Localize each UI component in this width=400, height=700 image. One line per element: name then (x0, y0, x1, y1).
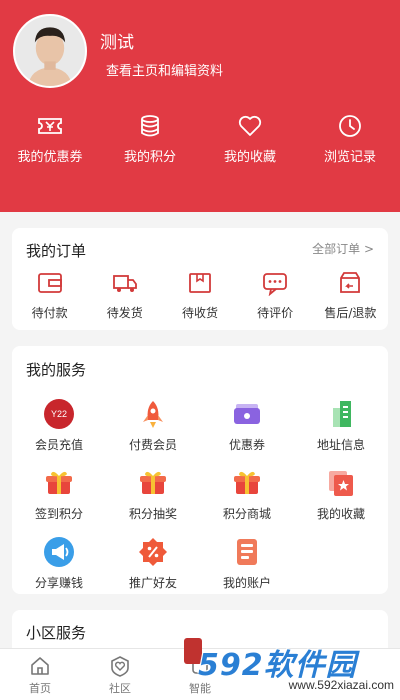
edit-profile-link[interactable]: 查看主页和编辑资料 (106, 60, 223, 79)
quick-link-history[interactable]: 浏览记录 (300, 112, 400, 172)
rocket-icon (143, 401, 163, 428)
service-promote-friends[interactable]: 推广好友 (106, 536, 200, 591)
service-label: 分享赚钱 (34, 576, 83, 590)
heart-icon (238, 115, 262, 136)
quick-link-points[interactable]: 我的积分 (100, 112, 200, 172)
clock-icon (339, 115, 361, 137)
service-label: 我的收藏 (316, 507, 365, 521)
gift-box-icon (46, 471, 72, 494)
service-label: 签到积分 (34, 507, 83, 521)
home-icon (31, 657, 49, 675)
community-title: 小区服务 (26, 624, 87, 642)
percent-badge-icon (139, 538, 167, 566)
order-pending-payment[interactable]: 待付款 (15, 270, 85, 321)
profile-name: 测试 (100, 33, 134, 53)
services-card: 我的服务 Y22 会员充值 付费会员 优惠券 地址信息 签到积分 积分抽奖 积分… (12, 346, 388, 594)
wallet-icon (37, 273, 62, 293)
gift-box-icon (140, 471, 166, 494)
service-label: 付费会员 (128, 438, 177, 452)
quick-links: 我的优惠券 我的积分 我的收藏 浏览记录 (0, 112, 400, 172)
bottom-tabbar: 首页 社区 智能 (0, 648, 400, 700)
service-share-earn[interactable]: 分享赚钱 (12, 536, 106, 591)
tab-label: 首页 (29, 682, 51, 695)
order-after-sales[interactable]: 售后/退款 (315, 270, 385, 321)
package-icon (189, 273, 211, 293)
order-pending-review[interactable]: 待评价 (240, 270, 310, 321)
community-icon (111, 656, 129, 677)
comment-icon (263, 273, 288, 296)
refund-icon (340, 272, 361, 293)
orders-title: 我的订单 (26, 242, 87, 260)
ticket-icon (234, 404, 260, 424)
megaphone-icon (44, 537, 74, 567)
tab-label: 智能 (189, 682, 211, 695)
service-points-lottery[interactable]: 积分抽奖 (106, 467, 200, 522)
quick-link-coupons[interactable]: 我的优惠券 (0, 112, 100, 172)
service-points-mall[interactable]: 积分商城 (200, 467, 294, 522)
tab-community[interactable]: 社区 (80, 649, 160, 700)
service-my-favorites[interactable]: 我的收藏 (294, 467, 388, 522)
gift-box-icon (234, 471, 260, 494)
order-label: 待付款 (31, 306, 68, 320)
quick-link-label: 我的积分 (123, 150, 176, 165)
tab-home[interactable]: 首页 (0, 649, 80, 700)
service-label: 积分抽奖 (128, 507, 177, 521)
all-orders-link[interactable]: 全部订单 > (312, 240, 374, 257)
service-label: 推广好友 (128, 576, 177, 590)
svg-text:Y22: Y22 (51, 409, 67, 419)
recharge-icon: Y22 (44, 399, 74, 429)
order-pending-shipment[interactable]: 待发货 (90, 270, 160, 321)
avatar[interactable] (13, 14, 87, 88)
order-label: 待评价 (257, 306, 294, 320)
orders-card: 我的订单 全部订单 > 待付款 待发货 待收货 待评价 售后/退款 (12, 228, 388, 330)
services-grid: Y22 会员充值 付费会员 优惠券 地址信息 签到积分 积分抽奖 积分商城 我的… (12, 398, 388, 591)
tab-smart[interactable]: 智能 (160, 649, 240, 700)
avatar-photo (15, 16, 85, 86)
service-checkin-points[interactable]: 签到积分 (12, 467, 106, 522)
service-address[interactable]: 地址信息 (294, 398, 388, 453)
coupon-icon (38, 118, 62, 134)
smart-icon (192, 658, 208, 674)
services-title: 我的服务 (26, 361, 87, 379)
star-folder-icon (329, 471, 353, 496)
order-status-row: 待付款 待发货 待收货 待评价 售后/退款 (12, 270, 388, 321)
order-label: 待发货 (106, 306, 143, 320)
service-label: 优惠券 (228, 438, 265, 452)
order-label: 待收货 (181, 306, 218, 320)
order-label: 售后/退款 (324, 306, 377, 320)
truck-icon (112, 275, 137, 292)
order-pending-receipt[interactable]: 待收货 (165, 270, 235, 321)
account-doc-icon (237, 539, 257, 565)
service-label: 会员充值 (34, 438, 83, 452)
service-my-account[interactable]: 我的账户 (200, 536, 294, 591)
service-label: 我的账户 (222, 576, 271, 590)
coins-icon (141, 115, 159, 137)
service-label: 地址信息 (316, 438, 365, 452)
quick-link-label: 浏览记录 (323, 150, 376, 165)
tab-label: 社区 (109, 682, 131, 695)
service-member-recharge[interactable]: Y22 会员充值 (12, 398, 106, 453)
quick-link-label: 我的收藏 (223, 150, 276, 165)
service-paid-member[interactable]: 付费会员 (106, 398, 200, 453)
service-label: 积分商城 (222, 507, 271, 521)
service-coupons[interactable]: 优惠券 (200, 398, 294, 453)
quick-link-label: 我的优惠券 (17, 150, 83, 165)
quick-link-favorites[interactable]: 我的收藏 (200, 112, 300, 172)
profile-header: 测试 查看主页和编辑资料 我的优惠券 我的积分 我的收藏 浏览记录 (0, 0, 400, 212)
building-icon (333, 401, 351, 427)
